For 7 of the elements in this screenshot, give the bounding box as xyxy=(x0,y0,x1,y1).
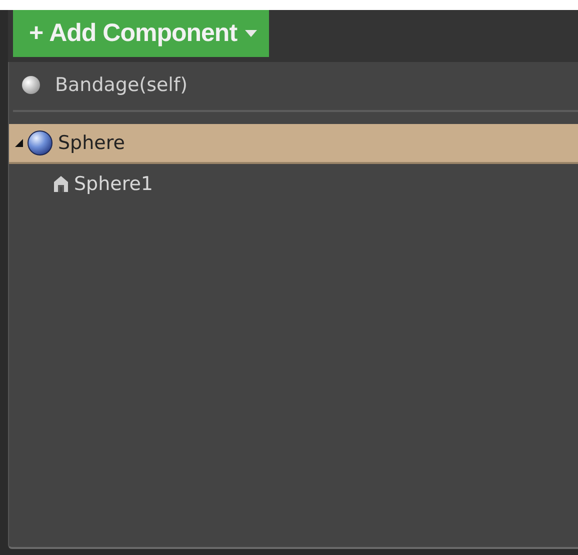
tree-item[interactable]: Sphere xyxy=(9,124,578,164)
tree-item[interactable]: Sphere1 xyxy=(9,164,578,204)
caret-icon xyxy=(245,30,258,38)
house-icon xyxy=(53,175,69,193)
self-item-label[interactable]: Bandage(self) xyxy=(55,74,188,96)
sphere-icon xyxy=(27,130,53,156)
sphere-icon xyxy=(21,75,41,95)
